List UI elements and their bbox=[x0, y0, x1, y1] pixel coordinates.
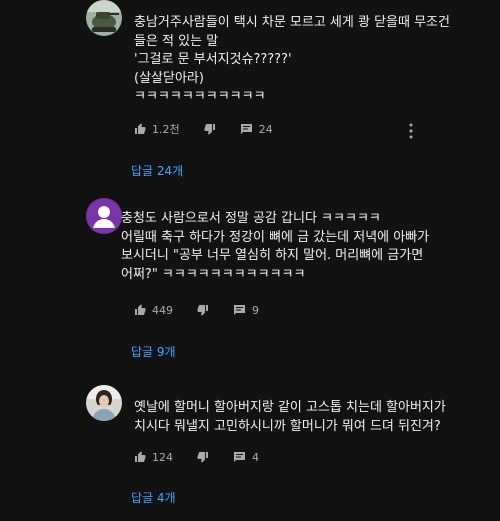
like-button[interactable]: 449 bbox=[134, 304, 173, 317]
tank-photo-avatar-icon bbox=[86, 0, 122, 36]
dislike-button[interactable] bbox=[204, 123, 216, 135]
view-replies-link[interactable]: 답글 9개 bbox=[131, 343, 176, 360]
view-replies-link[interactable]: 답글 24개 bbox=[131, 162, 183, 179]
reply-count: 4 bbox=[252, 450, 259, 464]
thumbs-down-icon bbox=[197, 305, 208, 316]
comment-text: 충청도 사람으로서 정말 공감 갑니다 ㅋㅋㅋㅋㅋ 어릴때 축구 하다가 정강이… bbox=[121, 211, 430, 282]
like-count: 1.2천 bbox=[152, 123, 180, 136]
person-photo-avatar-icon bbox=[86, 385, 122, 421]
comment-text: 충남거주사람들이 택시 차문 모르고 세게 쾅 닫을때 무조건 들은 적 있는 … bbox=[134, 15, 450, 104]
thumbs-up-icon bbox=[135, 451, 146, 462]
default-user-icon bbox=[93, 206, 115, 228]
avatar[interactable] bbox=[86, 198, 122, 234]
like-count: 124 bbox=[152, 450, 173, 464]
reply-button[interactable]: 9 bbox=[233, 304, 259, 317]
avatar[interactable] bbox=[86, 385, 122, 421]
thumbs-up-icon bbox=[135, 304, 146, 315]
reply-count: 24 bbox=[258, 122, 273, 136]
like-button[interactable]: 1.2천 bbox=[134, 121, 180, 137]
reply-button[interactable]: 4 bbox=[233, 451, 259, 464]
comment-icon bbox=[240, 124, 252, 134]
avatar[interactable] bbox=[86, 0, 122, 36]
comment-icon bbox=[234, 452, 245, 462]
reply-button[interactable]: 24 bbox=[240, 123, 273, 136]
comment-text: 옛날에 할머니 할아버지랑 같이 고스톱 치는데 할아버지가 치시다 뭐낼지 고… bbox=[134, 400, 446, 434]
like-count: 449 bbox=[152, 303, 173, 317]
thumbs-down-icon bbox=[204, 124, 215, 135]
reply-count: 9 bbox=[252, 303, 259, 317]
like-button[interactable]: 124 bbox=[134, 451, 173, 464]
dislike-button[interactable] bbox=[197, 451, 209, 463]
thumbs-up-icon bbox=[135, 123, 146, 134]
thumbs-down-icon bbox=[197, 452, 208, 463]
comment-icon bbox=[234, 305, 245, 315]
view-replies-link[interactable]: 답글 4개 bbox=[131, 489, 176, 506]
dislike-button[interactable] bbox=[197, 304, 209, 316]
more-options-icon[interactable] bbox=[407, 123, 415, 139]
